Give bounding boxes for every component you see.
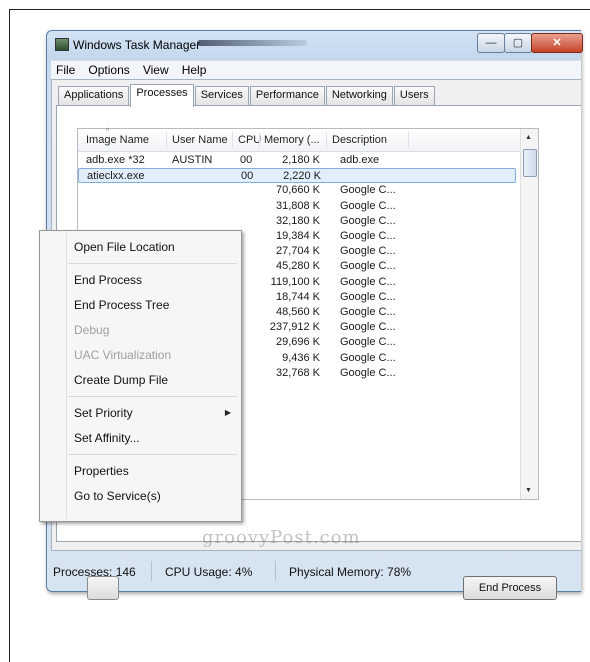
cell-memory: 18,744 K — [275, 290, 320, 303]
cell-description: Google C... — [340, 366, 396, 379]
menu-help[interactable]: Help — [177, 61, 212, 79]
cell-memory: 9,436 K — [282, 351, 320, 364]
col-memory[interactable]: Memory (... — [264, 134, 320, 146]
tab-applications[interactable]: Applications — [58, 86, 130, 106]
col-image-name[interactable]: Image Name — [86, 134, 149, 146]
status-processes: Processes: 146 — [53, 565, 136, 579]
cell-memory: 2,180 K — [282, 154, 320, 166]
scroll-up-icon[interactable]: ▲ — [525, 134, 532, 141]
menu-file[interactable]: File — [51, 61, 80, 79]
cell-memory: 70,660 K — [275, 184, 320, 197]
cell-cpu: 00 — [241, 170, 254, 183]
context-item-set-affinity[interactable]: Set Affinity... — [74, 431, 140, 445]
table-header: ^ Image Name User Name CPU Memory (... D… — [78, 128, 538, 152]
context-item-go-to-service-s[interactable]: Go to Service(s) — [74, 489, 161, 503]
cell-memory: 29,696 K — [275, 336, 320, 349]
cell-description: Google C... — [340, 184, 396, 197]
cell-description: Google C... — [340, 321, 396, 334]
cell-memory: 32,768 K — [275, 366, 320, 379]
cell-description: Google C... — [340, 306, 396, 318]
table-row[interactable]: 32,180 K Google C... — [78, 214, 516, 229]
scroll-down-icon[interactable]: ▼ — [525, 487, 532, 494]
scroll-thumb[interactable] — [523, 149, 537, 177]
cell-description: adb.exe — [340, 154, 380, 166]
context-menu-separator — [68, 454, 237, 455]
cell-description: Google C... — [340, 336, 396, 349]
context-item-end-process-tree[interactable]: End Process Tree — [74, 298, 169, 312]
table-row[interactable]: 31,808 K Google C... — [78, 199, 516, 214]
tab-processes[interactable]: Processes — [130, 84, 194, 107]
column-divider[interactable] — [259, 132, 260, 148]
tab-performance[interactable]: Performance — [249, 86, 325, 106]
context-item-debug: Debug — [74, 323, 110, 337]
close-button[interactable]: ✕ — [531, 33, 583, 53]
cell-cpu: 00 — [240, 154, 253, 166]
cell-memory: 2,220 K — [283, 170, 321, 183]
cell-memory: 119,100 K — [270, 275, 320, 288]
column-divider[interactable] — [232, 132, 233, 148]
status-physical-memory: Physical Memory: 78% — [289, 565, 412, 579]
cell-description: Google C... — [340, 199, 396, 212]
title-bar[interactable]: Windows Task Manager — ▢ ✕ — [47, 31, 583, 59]
menu-view[interactable]: View — [138, 61, 174, 79]
column-divider[interactable] — [166, 132, 167, 148]
cell-memory: 31,808 K — [275, 199, 320, 212]
menu-bar: File Options View Help — [51, 60, 581, 79]
cell-description: Google C... — [340, 214, 396, 227]
context-item-create-dump-file[interactable]: Create Dump File — [74, 373, 168, 387]
title-bar-glare — [197, 40, 307, 46]
context-item-end-process[interactable]: End Process — [74, 273, 142, 287]
minimize-icon: — — [485, 37, 497, 49]
context-item-open-file-location[interactable]: Open File Location — [74, 240, 175, 254]
watermark: groovyPost.com — [202, 527, 361, 548]
cell-description: Google C... — [340, 290, 396, 303]
tab-users[interactable]: Users — [393, 86, 435, 106]
cell-memory: 48,560 K — [275, 306, 320, 318]
maximize-button[interactable]: ▢ — [504, 33, 532, 53]
table-row[interactable]: 70,660 K Google C... — [78, 183, 516, 198]
maximize-icon: ▢ — [512, 37, 524, 49]
status-bar: Processes: 146 CPU Usage: 4% Physical Me… — [47, 553, 581, 591]
cell-image-name: adb.exe *32 — [86, 154, 145, 166]
cell-memory: 27,704 K — [275, 245, 320, 258]
cell-image-name: atieclxx.exe — [87, 170, 145, 183]
cell-memory: 19,384 K — [275, 230, 320, 242]
tab-services[interactable]: Services — [194, 86, 249, 106]
cell-memory: 45,280 K — [275, 260, 320, 273]
col-description[interactable]: Description — [332, 134, 387, 146]
cell-description: Google C... — [340, 351, 396, 364]
context-menu-gutter — [66, 233, 67, 519]
status-divider — [151, 561, 152, 581]
cell-memory: 237,912 K — [269, 321, 320, 334]
task-manager-icon — [55, 38, 69, 51]
tab-networking[interactable]: Networking — [325, 86, 393, 106]
close-icon: ✕ — [552, 37, 562, 49]
context-menu-separator — [68, 396, 237, 397]
submenu-arrow-icon: ▶ — [224, 408, 231, 417]
window-title: Windows Task Manager — [73, 38, 201, 52]
column-divider[interactable] — [326, 132, 327, 148]
context-item-properties[interactable]: Properties — [74, 464, 129, 478]
context-item-uac-virtualization: UAC Virtualization — [74, 348, 172, 362]
minimize-button[interactable]: — — [477, 33, 505, 53]
status-cpu-usage: CPU Usage: 4% — [165, 565, 253, 579]
tab-strip: Applications Processes Services Performa… — [58, 84, 436, 107]
cell-description: Google C... — [340, 230, 396, 242]
vertical-scrollbar[interactable]: ▲ ▼ — [520, 129, 538, 499]
column-divider[interactable] — [408, 132, 409, 148]
context-item-set-priority[interactable]: Set Priority — [74, 406, 133, 420]
cell-description: Google C... — [340, 275, 396, 288]
table-row-selected[interactable]: atieclxx.exe 00 2,220 K — [78, 168, 516, 184]
table-row[interactable]: adb.exe *32 AUSTIN 00 2,180 K adb.exe — [78, 153, 516, 168]
col-cpu[interactable]: CPU — [238, 134, 261, 146]
process-context-menu: Open File Location End Process End Process… — [39, 230, 242, 522]
status-divider — [275, 561, 276, 581]
context-menu-separator — [68, 263, 237, 264]
cell-description: Google C... — [340, 260, 396, 273]
col-user-name[interactable]: User Name — [172, 134, 228, 146]
cell-memory: 32,180 K — [275, 214, 320, 227]
cell-description: Google C... — [340, 245, 396, 258]
menu-options[interactable]: Options — [83, 61, 134, 79]
cell-user-name: AUSTIN — [172, 154, 213, 166]
